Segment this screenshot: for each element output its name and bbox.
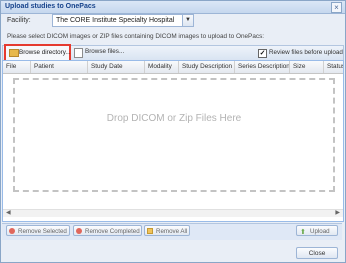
column-file[interactable]: File — [3, 61, 31, 73]
close-icon[interactable]: × — [331, 2, 342, 13]
review-checkbox[interactable]: ✓ — [258, 49, 267, 58]
facility-label: Facility: — [7, 17, 31, 24]
remove-all-button[interactable]: Remove All — [144, 225, 190, 236]
remove-all-label: Remove All — [156, 228, 188, 235]
column-patient[interactable]: Patient — [31, 61, 88, 73]
file-grid: File Patient Study Date Modality Study D… — [2, 60, 344, 222]
remove-completed-button[interactable]: Remove Completed — [73, 225, 142, 236]
remove-icon — [9, 228, 15, 234]
remove-icon — [76, 228, 82, 234]
browse-files-label: Browse files... — [85, 48, 125, 55]
title-bar: Upload studies to OnePacs × — [1, 1, 345, 14]
facility-value: The CORE Institute Specialty Hospital — [56, 17, 175, 24]
dropdown-arrow-icon[interactable]: ▼ — [182, 15, 193, 26]
grid-header: File Patient Study Date Modality Study D… — [3, 61, 343, 74]
close-button[interactable]: Close — [296, 247, 338, 259]
scroll-right-icon[interactable]: ▶ — [335, 210, 340, 217]
column-modality[interactable]: Modality — [145, 61, 179, 73]
horizontal-scrollbar[interactable]: ◀ ▶ — [3, 209, 343, 217]
column-study-date[interactable]: Study Date — [88, 61, 145, 73]
file-icon — [74, 48, 83, 58]
drop-zone[interactable]: Drop DICOM or Zip Files Here — [13, 78, 335, 192]
upload-button[interactable]: ⬆ Upload — [296, 225, 338, 236]
upload-label: Upload — [310, 228, 330, 235]
scroll-left-icon[interactable]: ◀ — [6, 210, 11, 217]
browse-directory-label: Browse directory... — [19, 49, 71, 56]
remove-selected-label: Remove Selected — [18, 228, 67, 235]
column-size[interactable]: Size — [290, 61, 324, 73]
folder-icon — [9, 49, 19, 57]
instruction-text: Please select DICOM images or ZIP files … — [7, 33, 265, 40]
column-status[interactable]: Status — [324, 61, 343, 73]
review-label: Review files before upload — [269, 49, 343, 56]
column-study-description[interactable]: Study Description — [179, 61, 235, 73]
remove-all-icon — [147, 228, 153, 234]
facility-select[interactable]: The CORE Institute Specialty Hospital ▼ — [52, 14, 194, 27]
dialog-title: Upload studies to OnePacs — [5, 3, 96, 10]
column-series-description[interactable]: Series Description — [235, 61, 290, 73]
remove-completed-label: Remove Completed — [85, 228, 140, 235]
upload-icon: ⬆ — [300, 229, 306, 236]
remove-selected-button[interactable]: Remove Selected — [6, 225, 70, 236]
drop-zone-text: Drop DICOM or Zip Files Here — [106, 113, 242, 124]
